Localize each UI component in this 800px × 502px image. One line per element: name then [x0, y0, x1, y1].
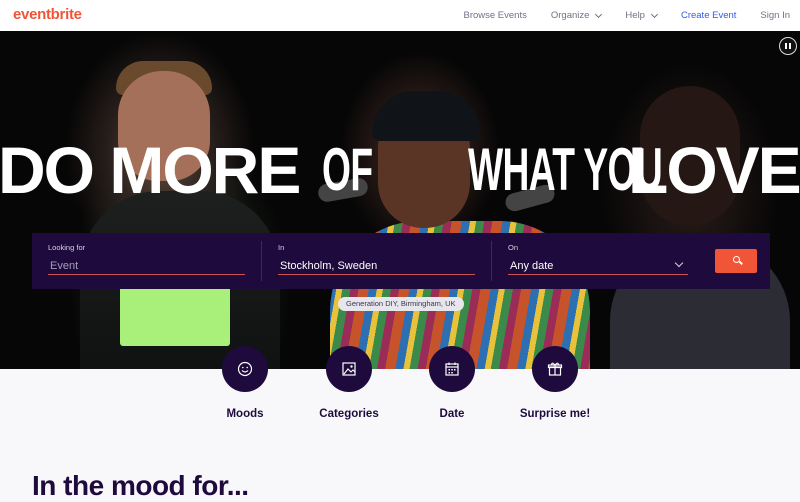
search-button[interactable] [715, 249, 757, 273]
category-label: Date [439, 408, 465, 420]
category-label: Categories [319, 408, 379, 420]
category-label: Moods [226, 408, 264, 420]
category-surprise[interactable]: Surprise me! [495, 346, 615, 420]
headline-part1: DO MORE [0, 133, 301, 207]
looking-for-label: Looking for [48, 243, 86, 252]
hero-banner: DO MORE OF WHAT YOU LOVE [0, 31, 800, 369]
search-icon-handle [739, 260, 743, 265]
image-icon [342, 362, 356, 376]
chevron-down-icon [674, 258, 684, 268]
category-categories[interactable]: Categories [289, 346, 409, 420]
top-header: eventbrite Browse Events Organize Help C… [0, 0, 800, 32]
location-input[interactable]: Stockholm, Sweden [280, 260, 377, 272]
smiley-icon [237, 361, 253, 377]
hero-photo-detail [372, 91, 480, 141]
date-field[interactable]: On Any date [492, 233, 704, 289]
category-label: Surprise me! [519, 408, 591, 420]
gift-icon [547, 362, 563, 376]
headline-part4: LOVE [628, 133, 800, 207]
search-bar: Looking for Event In Stockholm, Sweden O… [32, 233, 770, 289]
date-label: On [508, 243, 519, 252]
categories-circle[interactable] [326, 346, 372, 392]
calendar-icon [445, 362, 459, 376]
nav-help-label: Help [625, 10, 645, 21]
section-title: In the mood for... [32, 470, 249, 501]
input-underline [48, 274, 245, 275]
nav-signin-label: Sign In [760, 10, 790, 21]
input-underline [508, 274, 688, 275]
nav-browse-label: Browse Events [463, 10, 527, 21]
photo-caption: Generation DIY, Birmingham, UK [338, 297, 464, 311]
date-circle[interactable] [429, 346, 475, 392]
nav-create-event[interactable]: Create Event [681, 10, 736, 21]
chevron-down-icon [595, 10, 603, 18]
category-moods[interactable]: Moods [185, 346, 305, 420]
surprise-circle[interactable] [532, 346, 578, 392]
pause-button[interactable] [779, 37, 797, 55]
nav-browse-events[interactable]: Browse Events [463, 10, 526, 21]
looking-for-field[interactable]: Looking for Event [32, 233, 261, 289]
category-date[interactable]: Date [392, 346, 512, 420]
hero-headline: DO MORE OF WHAT YOU LOVE [0, 135, 800, 205]
nav-organize[interactable]: Organize [550, 10, 603, 21]
main-nav: Browse Events Organize Help Create Event… [439, 0, 790, 31]
looking-for-input[interactable]: Event [50, 260, 78, 272]
nav-sign-in[interactable]: Sign In [760, 10, 790, 21]
hero-photo-detail [120, 286, 230, 346]
nav-organize-label: Organize [550, 10, 590, 21]
chevron-down-icon [650, 10, 659, 18]
eventbrite-logo[interactable]: eventbrite [13, 6, 82, 23]
nav-help[interactable]: Help [625, 10, 659, 21]
location-field[interactable]: In Stockholm, Sweden [262, 233, 491, 289]
moods-circle[interactable] [222, 346, 268, 392]
nav-create-label: Create Event [680, 10, 737, 21]
date-select[interactable]: Any date [510, 260, 553, 272]
input-underline [278, 274, 475, 275]
location-label: In [278, 243, 285, 252]
headline-part2: OF [322, 136, 373, 203]
